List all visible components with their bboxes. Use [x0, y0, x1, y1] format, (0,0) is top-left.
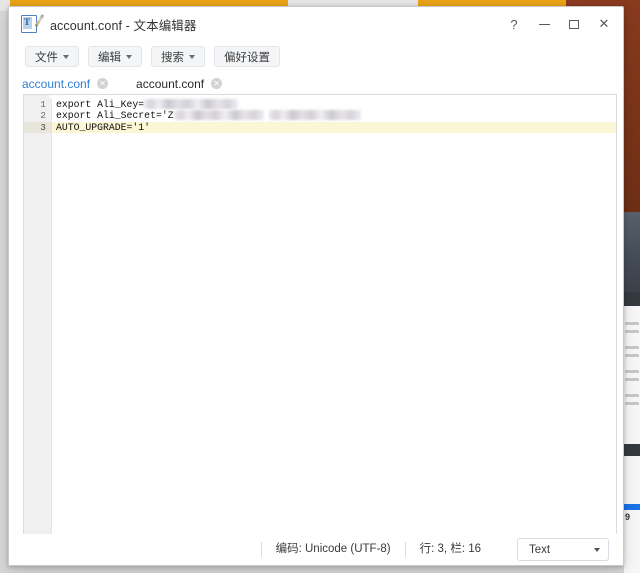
edit-menu-button[interactable]: 编辑 [88, 46, 142, 67]
status-bar: 编码: Unicode (UTF-8) 行: 3, 栏: 16 Text [9, 534, 623, 565]
code-text-area[interactable]: export Ali_Key= export Ali_Secret='Z AUT… [52, 95, 616, 534]
sliver-blue-bar [624, 504, 640, 510]
minimize-icon [539, 24, 550, 25]
search-menu-label: 搜索 [161, 49, 184, 65]
close-icon: ✕ [599, 16, 610, 32]
chevron-down-icon [63, 55, 69, 59]
redacted-value-2b [269, 110, 361, 120]
preferences-button[interactable]: 偏好设置 [214, 46, 280, 67]
language-select[interactable]: Text [517, 538, 609, 561]
sliver-text-row [625, 322, 639, 325]
document-tab-2-label: account.conf [136, 77, 204, 91]
sliver-dark-bar-1 [624, 292, 640, 306]
chevron-down-icon [189, 55, 195, 59]
search-menu-button[interactable]: 搜索 [151, 46, 205, 67]
line-number-gutter: 1 2 3 [24, 95, 52, 534]
line-number-current: 3 [24, 122, 51, 133]
chevron-down-icon [126, 55, 132, 59]
code-line-3: AUTO_UPGRADE='1' [52, 122, 616, 133]
sliver-text-row [625, 378, 639, 381]
redacted-value-2a [174, 110, 264, 120]
sliver-text-row [625, 346, 639, 349]
edit-menu-label: 编辑 [98, 49, 121, 65]
document-tab-1[interactable]: account.conf ✕ [19, 73, 116, 94]
language-select-value: Text [529, 544, 550, 556]
close-icon[interactable]: ✕ [211, 78, 222, 89]
redacted-value-1 [144, 99, 238, 109]
line-number: 2 [24, 110, 51, 121]
sliver-hero-image [624, 212, 640, 292]
sliver-text-row [625, 330, 639, 333]
sliver-text-row [625, 394, 639, 397]
code-line-1: export Ali_Key= [52, 99, 616, 110]
desktop-background: 9 T account.conf - 文本编辑器 ? [0, 0, 640, 573]
help-button[interactable]: ? [499, 11, 529, 37]
cursor-position-status[interactable]: 行: 3, 栏: 16 [405, 542, 495, 557]
sliver-text-row [625, 370, 639, 373]
document-tabbar: account.conf ✕ account.conf ✕ [9, 72, 623, 94]
line-number: 1 [24, 99, 51, 110]
window-title: account.conf - 文本编辑器 [50, 15, 197, 34]
background-page-sliver: 9 [624, 212, 640, 573]
minimize-button[interactable] [529, 11, 559, 37]
preferences-label: 偏好设置 [224, 49, 270, 65]
question-mark-icon: ? [510, 17, 517, 32]
code-line-2: export Ali_Secret='Z [52, 110, 616, 121]
sliver-text-row [625, 402, 639, 405]
window-titlebar[interactable]: T account.conf - 文本编辑器 ? ✕ [9, 7, 623, 41]
sliver-dark-bar-2 [624, 444, 640, 456]
encoding-status[interactable]: 编码: Unicode (UTF-8) [261, 542, 405, 557]
document-tab-2[interactable]: account.conf ✕ [133, 73, 230, 94]
code-line-3-text: AUTO_UPGRADE='1' [56, 122, 150, 133]
maximize-button[interactable] [559, 11, 589, 37]
close-button[interactable]: ✕ [589, 11, 619, 37]
maximize-icon [569, 20, 579, 29]
text-editor-window: T account.conf - 文本编辑器 ? ✕ [8, 6, 624, 566]
file-menu-button[interactable]: 文件 [25, 46, 79, 67]
file-menu-label: 文件 [35, 49, 58, 65]
close-icon[interactable]: ✕ [97, 78, 108, 89]
code-line-1-text: export Ali_Key= [56, 99, 144, 110]
document-tab-1-label: account.conf [22, 77, 90, 91]
text-editor-icon: T [21, 15, 40, 34]
main-toolbar: 文件 编辑 搜索 偏好设置 [9, 41, 623, 72]
sliver-page-number: 9 [625, 512, 630, 522]
editor-area[interactable]: 1 2 3 export Ali_Key= export Ali_Secret=… [23, 94, 617, 534]
window-controls: ? ✕ [499, 11, 619, 37]
sliver-text-row [625, 354, 639, 357]
chevron-down-icon [594, 548, 600, 552]
code-line-2-text: export Ali_Secret='Z [56, 110, 174, 121]
